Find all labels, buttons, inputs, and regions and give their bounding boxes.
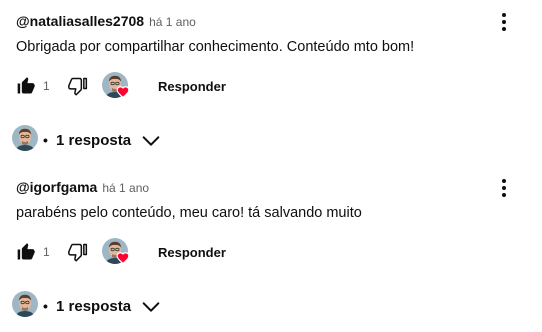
- replies-label[interactable]: 1 resposta: [56, 132, 131, 149]
- like-count: 1: [43, 245, 50, 259]
- replies-toggle[interactable]: • 1 resposta: [12, 290, 212, 320]
- like-count: 1: [43, 79, 50, 93]
- comment-text: Obrigada por compartilhar conhecimento. …: [16, 39, 415, 55]
- creator-heart-icon: [116, 252, 130, 265]
- more-vertical-icon[interactable]: [492, 10, 516, 34]
- comment-text: parabéns pelo conteúdo, meu caro! tá sal…: [16, 205, 362, 221]
- creator-heart-icon: [116, 86, 130, 99]
- comment-thread: @nataliasalles2708 há 1 ano Obrigada por…: [0, 0, 542, 166]
- comment-header: @igorfgama há 1 ano: [16, 179, 149, 195]
- comment-toolbar: 1 Responder: [16, 238, 276, 266]
- creator-heart-badge[interactable]: [102, 72, 130, 100]
- chevron-down-icon[interactable]: [140, 130, 162, 152]
- reply-button[interactable]: Responder: [158, 79, 226, 94]
- reply-avatar: [12, 291, 38, 317]
- thumb-down-outline-icon[interactable]: [68, 242, 88, 262]
- reply-avatar: [12, 125, 38, 151]
- comment-author[interactable]: @nataliasalles2708: [16, 13, 144, 29]
- reply-button[interactable]: Responder: [158, 245, 226, 260]
- thumb-up-filled-icon[interactable]: [16, 242, 36, 262]
- replies-separator: •: [43, 132, 48, 148]
- comment-time[interactable]: há 1 ano: [149, 15, 196, 29]
- thumb-down-outline-icon[interactable]: [68, 76, 88, 96]
- comment-time[interactable]: há 1 ano: [102, 181, 149, 195]
- creator-heart-badge[interactable]: [102, 238, 130, 266]
- comment-author[interactable]: @igorfgama: [16, 179, 97, 195]
- comment-thread: @igorfgama há 1 ano parabéns pelo conteú…: [0, 166, 542, 332]
- replies-separator: •: [43, 298, 48, 314]
- comment-header: @nataliasalles2708 há 1 ano: [16, 13, 196, 29]
- chevron-down-icon[interactable]: [140, 296, 162, 318]
- more-vertical-icon[interactable]: [492, 176, 516, 200]
- thumb-up-filled-icon[interactable]: [16, 76, 36, 96]
- replies-label[interactable]: 1 resposta: [56, 298, 131, 315]
- replies-toggle[interactable]: • 1 resposta: [12, 124, 212, 154]
- comment-toolbar: 1 Responder: [16, 72, 276, 100]
